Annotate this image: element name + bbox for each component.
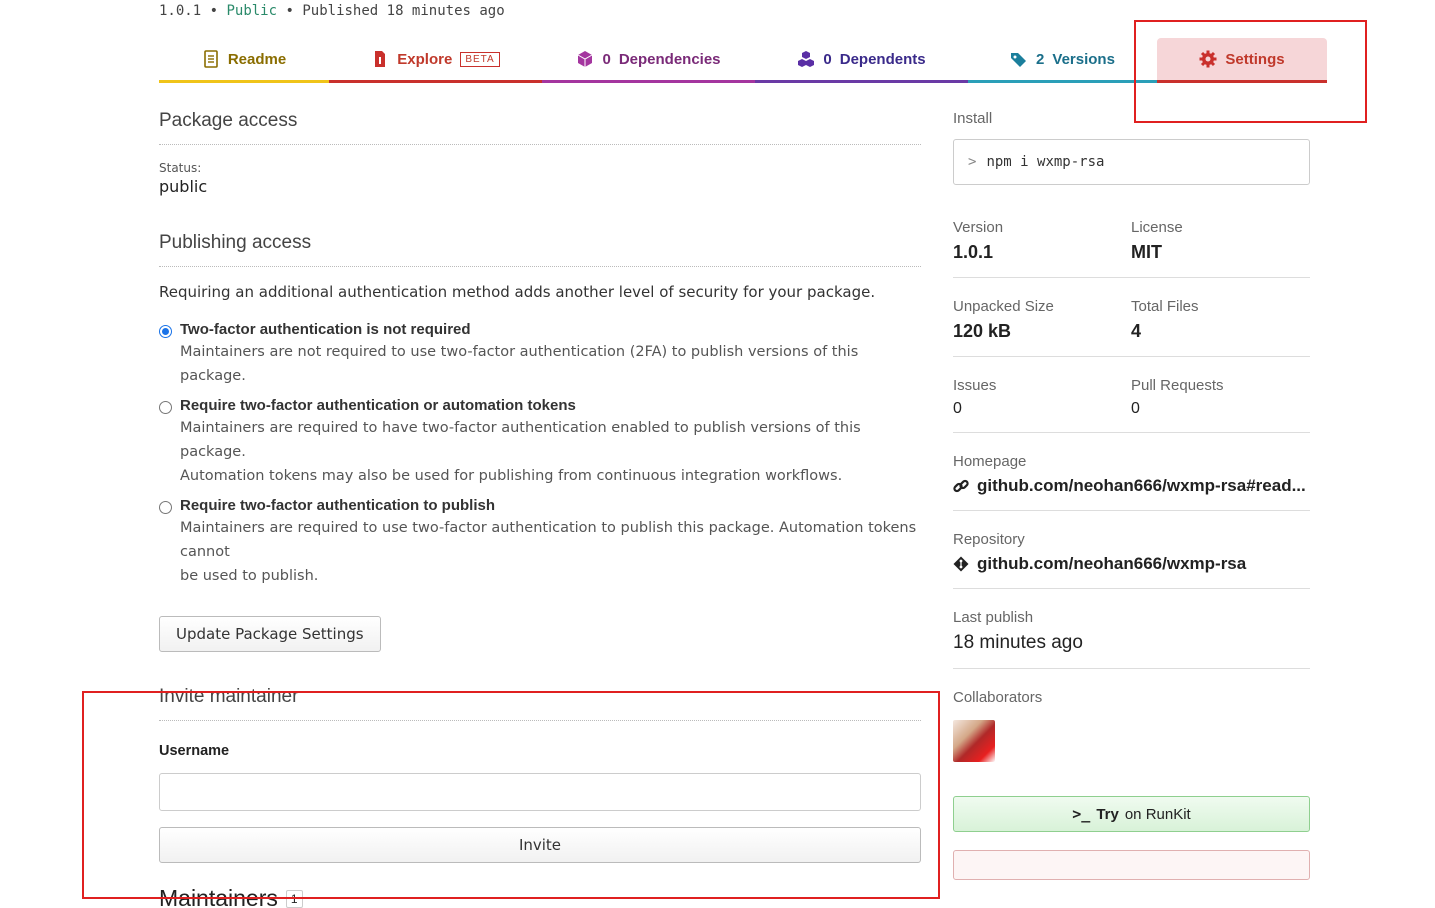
gear-icon	[1199, 50, 1217, 68]
published-text: Published 18 minutes ago	[302, 3, 505, 19]
readme-icon	[204, 50, 218, 68]
publishing-access-title: Publishing access	[159, 232, 921, 267]
maintainers-heading: Maintainers 1	[159, 885, 921, 908]
link-icon	[953, 479, 969, 493]
tab-dependents[interactable]: 0 Dependents	[755, 38, 968, 83]
collaborators-block: Collaborators	[953, 669, 1310, 762]
visibility-text: Public	[226, 3, 278, 19]
version-value: 1.0.1	[953, 242, 994, 262]
tab-explore[interactable]: Explore BETA	[329, 38, 542, 83]
git-icon	[953, 556, 969, 572]
total-files-value: 4	[1131, 321, 1142, 341]
update-package-settings-button[interactable]: Update Package Settings	[159, 616, 381, 652]
terminal-icon: >_	[1072, 805, 1091, 823]
box-icon	[578, 51, 593, 67]
status-value: public	[159, 177, 208, 196]
collaborator-avatar[interactable]	[953, 720, 995, 762]
report-malware-button[interactable]	[953, 850, 1310, 880]
package-meta: 1.0.1 • Public • Published 18 minutes ag…	[159, 3, 505, 19]
repository-link[interactable]: github.com/neohan666/wxmp-rsa	[953, 554, 1310, 574]
package-tabs: Readme Explore BETA 0 Dependencies 0 Dep…	[159, 38, 1327, 83]
tab-dependencies[interactable]: 0 Dependencies	[542, 38, 755, 83]
version-license-row: Version 1.0.1 License MIT	[953, 185, 1310, 278]
homepage-link[interactable]: github.com/neohan666/wxmp-rsa#read...	[953, 476, 1310, 496]
option-2fa-or-tokens[interactable]: Require two-factor authentication or aut…	[159, 397, 921, 488]
package-sidebar: Install > npm i wxmp-rsa Version 1.0.1 Li…	[953, 110, 1310, 880]
terminal-prompt-icon: >	[968, 154, 977, 170]
maintainers-count: 1	[285, 889, 303, 908]
option-2fa-not-required[interactable]: Two-factor authentication is not require…	[159, 321, 921, 388]
last-publish-value: 18 minutes ago	[953, 632, 1083, 653]
issues-prs-row: Issues 0 Pull Requests 0	[953, 357, 1310, 433]
invite-maintainer-title: Invite maintainer	[159, 686, 921, 721]
last-publish-block: Last publish 18 minutes ago	[953, 589, 1310, 669]
issues-value: 0	[953, 400, 962, 417]
settings-main: Package access Status: public Publishing…	[159, 110, 921, 908]
unpacked-size-value: 120 kB	[953, 321, 1012, 341]
status-label: Status:	[159, 161, 202, 175]
username-label: Username	[159, 743, 230, 759]
radio-2fa-not-required[interactable]	[159, 325, 172, 338]
install-command: npm i wxmp-rsa	[986, 154, 1105, 170]
tab-settings[interactable]: Settings	[1157, 38, 1327, 83]
version-text: 1.0.1	[159, 3, 202, 19]
try-on-runkit-button[interactable]: >_ Try on RunKit	[953, 796, 1310, 832]
license-value: MIT	[1131, 242, 1162, 262]
username-input[interactable]	[159, 773, 921, 811]
size-files-row: Unpacked Size 120 kB Total Files 4	[953, 278, 1310, 357]
beta-badge: BETA	[460, 51, 500, 67]
tab-readme[interactable]: Readme	[159, 38, 329, 83]
install-label: Install	[953, 110, 993, 127]
invite-button[interactable]: Invite	[159, 827, 921, 863]
tab-versions[interactable]: 2 Versions	[968, 38, 1157, 83]
maintainers-title: Maintainers	[159, 885, 278, 908]
explore-icon	[375, 51, 386, 67]
homepage-block: Homepage github.com/neohan666/wxmp-rsa#r…	[953, 433, 1310, 511]
tags-icon	[1011, 53, 1027, 67]
pull-requests-value: 0	[1131, 400, 1140, 417]
install-command-box[interactable]: > npm i wxmp-rsa	[953, 139, 1310, 185]
repository-block: Repository github.com/neohan666/wxmp-rsa	[953, 511, 1310, 589]
option-2fa-required[interactable]: Require two-factor authentication to pub…	[159, 497, 921, 588]
boxes-icon	[798, 51, 815, 67]
radio-2fa-required[interactable]	[159, 501, 172, 514]
publishing-access-description: Requiring an additional authentication m…	[159, 283, 876, 301]
radio-2fa-or-tokens[interactable]	[159, 401, 172, 414]
package-access-title: Package access	[159, 110, 921, 145]
